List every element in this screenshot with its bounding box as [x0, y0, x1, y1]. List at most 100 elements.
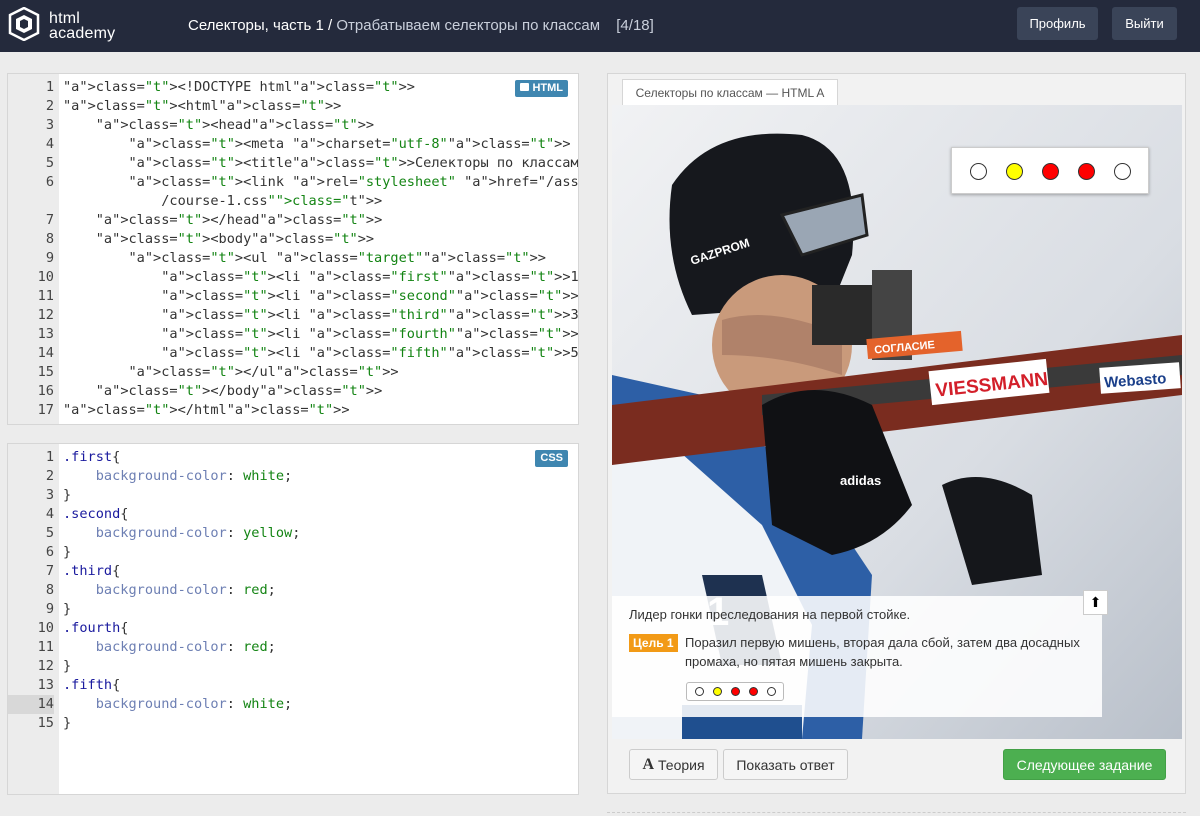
line-code[interactable]: "a">class="t"><title"a">class="t">>Селек… — [63, 154, 578, 173]
show-answer-button[interactable]: Показать ответ — [723, 749, 848, 780]
line-number: 11 — [37, 639, 54, 655]
line-code[interactable]: .fifth{ — [63, 676, 120, 695]
line-code[interactable]: "a">class="t"><li "a">class="fifth""a">c… — [63, 344, 578, 363]
line-number: 4 — [45, 136, 54, 152]
next-task-button[interactable]: Следующее задание — [1003, 749, 1166, 780]
code-line[interactable]: 12} — [8, 657, 578, 676]
course-section: Селекторы, часть 1 / — [188, 17, 333, 34]
code-line[interactable]: 9 "a">class="t"><ul "a">class="target""a… — [8, 249, 578, 268]
line-code[interactable]: "a">class="t"><link "a">rel="stylesheet"… — [63, 173, 578, 192]
line-code[interactable]: .fourth{ — [63, 619, 128, 638]
line-number: 8 — [45, 582, 54, 598]
code-line[interactable]: 8 "a">class="t"><body"a">class="t">> — [8, 230, 578, 249]
code-line[interactable]: 15} — [8, 714, 578, 733]
code-line[interactable]: 8 background-color: red; — [8, 581, 578, 600]
goal-target-2 — [713, 687, 722, 696]
preview-bottom-divider — [607, 812, 1186, 813]
line-code[interactable]: "a">class="t"><html"a">class="t">> — [63, 97, 341, 116]
code-line[interactable]: 6 "a">class="t"><link "a">rel="styleshee… — [8, 173, 578, 192]
code-line[interactable]: 14 "a">class="t"><li "a">class="fifth""a… — [8, 344, 578, 363]
line-code[interactable]: } — [63, 714, 71, 733]
line-number: 5 — [45, 525, 54, 541]
theory-button[interactable]: A Теория — [629, 749, 718, 780]
code-line[interactable]: 4 "a">class="t"><meta "a">charset="utf-8… — [8, 135, 578, 154]
line-code[interactable]: "a">class="t"></head"a">class="t">> — [63, 211, 383, 230]
line-number: 9 — [45, 250, 54, 266]
line-number: 15 — [37, 364, 54, 380]
code-line[interactable]: 5 "a">class="t"><title"a">class="t">>Сел… — [8, 154, 578, 173]
line-code[interactable]: /course-1.css"">class="t">> — [63, 192, 382, 211]
line-code[interactable]: "a">class="t"></body"a">class="t">> — [63, 382, 383, 401]
logo[interactable]: html academy — [8, 6, 118, 44]
code-line[interactable]: 5 background-color: yellow; — [8, 524, 578, 543]
code-line[interactable]: 13 "a">class="t"><li "a">class="fourth""… — [8, 325, 578, 344]
code-line[interactable]: 7 "a">class="t"></head"a">class="t">> — [8, 211, 578, 230]
code-line[interactable]: 11 background-color: red; — [8, 638, 578, 657]
line-code[interactable]: } — [63, 543, 71, 562]
expand-task-button[interactable]: ⬆ — [1083, 590, 1108, 615]
line-code[interactable]: } — [63, 600, 71, 619]
code-line[interactable]: 1 "a">class="t"><!DOCTYPE html"a">class="… — [8, 78, 578, 97]
line-code[interactable]: "a">class="t"><head"a">class="t">> — [63, 116, 374, 135]
css-editor[interactable]: CSS 1 .first{2 background-color: white; 3}… — [7, 443, 579, 795]
target-4 — [1078, 163, 1095, 180]
code-line[interactable]: /course-1.css"">class="t">> — [8, 192, 578, 211]
code-line[interactable]: 3 "a">class="t"><head"a">class="t">> — [8, 116, 578, 135]
line-code[interactable]: "a">class="t"></ul"a">class="t">> — [63, 363, 398, 382]
logo-text: html academy — [49, 10, 115, 42]
line-number: 13 — [37, 326, 54, 342]
line-number: 6 — [45, 544, 54, 560]
line-number: 2 — [45, 468, 54, 484]
line-number: 10 — [37, 269, 54, 285]
code-line[interactable]: 2 background-color: white; — [8, 467, 578, 486]
target-list — [951, 147, 1149, 194]
code-line[interactable]: 14 background-color: white; — [8, 695, 578, 714]
line-code[interactable]: .third{ — [63, 562, 120, 581]
line-code[interactable]: "a">class="t"><body"a">class="t">> — [63, 230, 374, 249]
code-line[interactable]: 11 "a">class="t"><li "a">class="second""… — [8, 287, 578, 306]
goal-target-5 — [767, 687, 776, 696]
code-line[interactable]: 3} — [8, 486, 578, 505]
code-line[interactable]: 7 .third{ — [8, 562, 578, 581]
logout-button[interactable]: Выйти — [1112, 7, 1177, 40]
line-code[interactable]: background-color: red; — [63, 638, 276, 657]
line-code[interactable]: background-color: yellow; — [63, 524, 301, 543]
line-code[interactable]: background-color: white; — [63, 467, 292, 486]
line-code[interactable]: "a">class="t"><li "a">class="first""a">c… — [63, 268, 578, 287]
logo-line-1: html — [49, 10, 81, 27]
line-code[interactable]: "a">class="t"><li "a">class="fourth""a">… — [63, 325, 578, 344]
code-line[interactable]: 2 "a">class="t"><html"a">class="t">> — [8, 97, 578, 116]
target-2 — [1006, 163, 1023, 180]
code-line[interactable]: 10 .fourth{ — [8, 619, 578, 638]
line-code[interactable]: } — [63, 486, 71, 505]
line-code[interactable]: "a">class="t"><!DOCTYPE html"a">class="t… — [63, 78, 415, 97]
code-line[interactable]: 16 "a">class="t"></body"a">class="t">> — [8, 382, 578, 401]
line-code[interactable]: } — [63, 657, 71, 676]
line-code[interactable]: background-color: white; — [63, 695, 292, 714]
line-code[interactable]: "a">class="t"></html"a">class="t">> — [63, 401, 350, 420]
code-line[interactable]: 1 .first{ — [8, 448, 578, 467]
line-code[interactable]: "a">class="t"><ul "a">class="target""a">… — [63, 249, 545, 268]
line-number: 5 — [45, 155, 54, 171]
line-number: 1 — [45, 79, 54, 95]
line-code[interactable]: .second{ — [63, 505, 128, 524]
code-line[interactable]: 17 "a">class="t"></html"a">class="t">> — [8, 401, 578, 420]
line-number: 2 — [45, 98, 54, 114]
preview-tab[interactable]: Селекторы по классам — HTML A — [622, 79, 838, 106]
code-line[interactable]: 4 .second{ — [8, 505, 578, 524]
code-line[interactable]: 10 "a">class="t"><li "a">class="first""a… — [8, 268, 578, 287]
code-line[interactable]: 12 "a">class="t"><li "a">class="third""a… — [8, 306, 578, 325]
code-line[interactable]: 15 "a">class="t"></ul"a">class="t">> — [8, 363, 578, 382]
profile-button[interactable]: Профиль — [1017, 7, 1098, 40]
line-code[interactable]: "a">class="t"><li "a">class="second""a">… — [63, 287, 578, 306]
line-number: 9 — [45, 601, 54, 617]
line-code[interactable]: background-color: red; — [63, 581, 276, 600]
code-line[interactable]: 9} — [8, 600, 578, 619]
line-code[interactable]: "a">class="t"><meta "a">charset="utf-8""… — [63, 135, 570, 154]
code-line[interactable]: 13 .fifth{ — [8, 676, 578, 695]
line-code[interactable]: .first{ — [63, 448, 120, 467]
html-editor[interactable]: HTML 1 "a">class="t"><!DOCTYPE html"a">cl… — [7, 73, 579, 425]
line-code[interactable]: "a">class="t"><li "a">class="third""a">c… — [63, 306, 578, 325]
code-line[interactable]: 6} — [8, 543, 578, 562]
theory-icon: A — [642, 755, 655, 773]
